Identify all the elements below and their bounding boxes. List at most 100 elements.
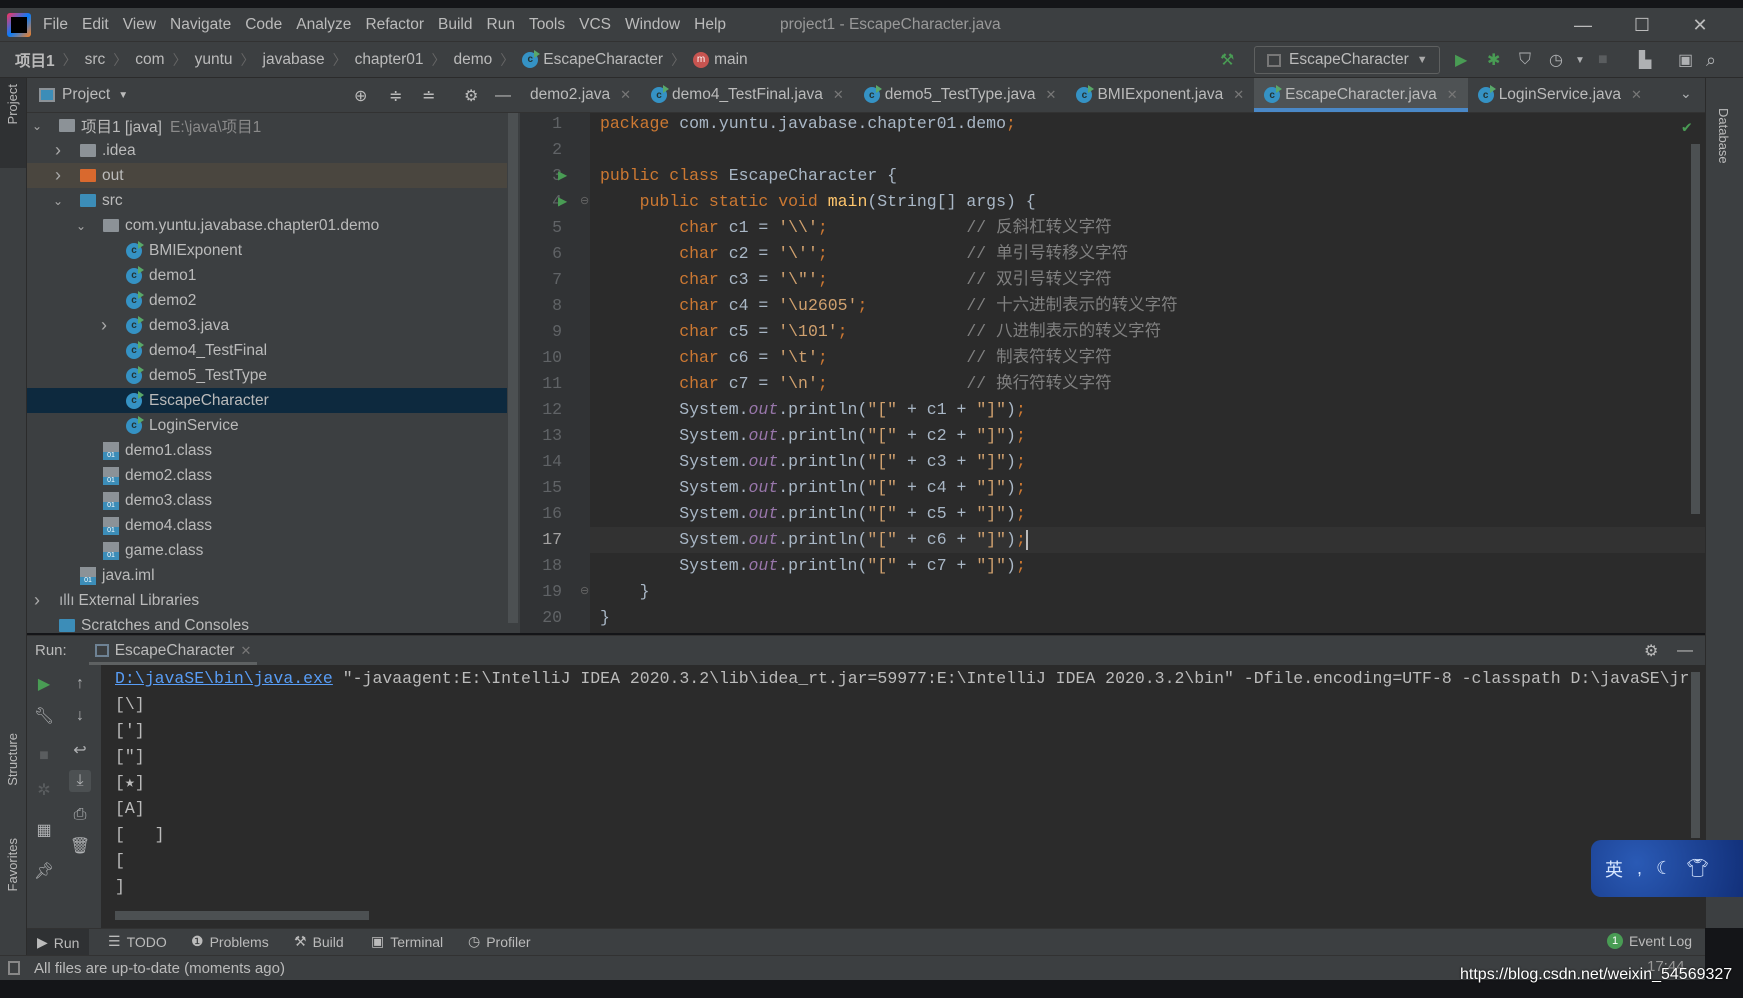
- fold-marker-icon[interactable]: ⊖: [580, 194, 589, 207]
- gear-icon[interactable]: ⚙: [1644, 641, 1658, 661]
- code-line[interactable]: System.out.println("[" + c1 + "]");: [590, 397, 1705, 423]
- gear-icon[interactable]: ⚙: [464, 86, 478, 106]
- breadcrumb-item[interactable]: c EscapeCharacter: [522, 49, 663, 69]
- event-log-button[interactable]: 1 Event Log: [1607, 933, 1692, 949]
- code-line[interactable]: char c5 = '\101'; // 八进制表示的转义字符: [590, 319, 1705, 345]
- code-line[interactable]: char c1 = '\\'; // 反斜杠转义字符: [590, 215, 1705, 241]
- project-tool-button[interactable]: Project: [0, 78, 26, 168]
- menu-navigate[interactable]: Navigate: [170, 16, 241, 34]
- breadcrumb-item[interactable]: demo: [454, 51, 493, 69]
- tool-tab-build[interactable]: ⚒ Build: [294, 933, 344, 950]
- database-side-label[interactable]: Database: [1716, 108, 1731, 164]
- code-line[interactable]: }: [590, 579, 1705, 605]
- scroll-to-end-icon[interactable]: ⤓: [69, 770, 91, 792]
- console-vertical-scrollbar[interactable]: [1691, 672, 1700, 838]
- menu-tools[interactable]: Tools: [529, 16, 575, 34]
- code-line[interactable]: }: [590, 605, 1705, 631]
- tool-tab-run[interactable]: ▶ Run: [27, 929, 90, 956]
- layout-icon[interactable]: ▦: [33, 819, 55, 841]
- tree-item[interactable]: c LoginService: [27, 413, 507, 438]
- chevron-down-icon[interactable]: ⌄: [31, 119, 43, 133]
- menu-code[interactable]: Code: [245, 16, 292, 34]
- chevron-down-icon[interactable]: ⌄: [52, 194, 64, 208]
- breadcrumb-item[interactable]: 项目1: [15, 49, 55, 71]
- code-line[interactable]: [590, 137, 1705, 163]
- code-line[interactable]: System.out.println("[" + c3 + "]");: [590, 449, 1705, 475]
- tree-item[interactable]: › .idea: [27, 138, 507, 163]
- chevron-right-icon[interactable]: ›: [52, 140, 64, 161]
- close-button[interactable]: ✕: [1680, 8, 1720, 42]
- code-line[interactable]: System.out.println("[" + c5 + "]");: [590, 501, 1705, 527]
- trash-icon[interactable]: 🗑︎: [69, 835, 91, 857]
- run-tab[interactable]: EscapeCharacter ✕: [88, 636, 258, 666]
- run-gutter-icon[interactable]: ▶: [558, 168, 567, 182]
- code-line[interactable]: System.out.println("[" + c7 + "]");: [590, 553, 1705, 579]
- console-horizontal-scrollbar[interactable]: [115, 911, 369, 920]
- breadcrumb-item[interactable]: com: [135, 51, 164, 69]
- chevron-down-icon[interactable]: ⌄: [75, 219, 87, 233]
- editor-tab[interactable]: c EscapeCharacter.java ✕: [1254, 78, 1468, 112]
- hide-panel-icon[interactable]: —: [495, 86, 511, 106]
- tool-tab-terminal[interactable]: ▣ Terminal: [371, 933, 443, 950]
- menu-vcs[interactable]: VCS: [579, 16, 621, 34]
- coverage-shield-icon[interactable]: ⛉: [1519, 50, 1531, 70]
- tree-item[interactable]: ⌄ src: [27, 188, 507, 213]
- tree-item[interactable]: › ıllı External Libraries: [27, 588, 507, 613]
- debug-bug-icon[interactable]: ✱: [1487, 50, 1500, 70]
- menu-build[interactable]: Build: [438, 16, 482, 34]
- editor-tab[interactable]: c demo4_TestFinal.java ✕: [641, 78, 854, 112]
- tree-item[interactable]: Scratches and Consoles: [27, 613, 507, 633]
- maximize-button[interactable]: ☐: [1622, 8, 1662, 42]
- code-line[interactable]: char c3 = '\"'; // 双引号转义字符: [590, 267, 1705, 293]
- tree-item[interactable]: game.class: [27, 538, 507, 563]
- tree-scrollbar[interactable]: [508, 113, 518, 623]
- project-structure-icon[interactable]: ▙: [1639, 50, 1651, 70]
- menu-help[interactable]: Help: [694, 16, 736, 34]
- breadcrumb-item[interactable]: yuntu: [195, 51, 233, 69]
- code-editor[interactable]: ✔ package com.yuntu.javabase.chapter01.d…: [590, 113, 1705, 633]
- close-icon[interactable]: ✕: [1447, 87, 1458, 103]
- search-icon[interactable]: ⌕: [1706, 50, 1716, 70]
- tool-tab-todo[interactable]: ☰ TODO: [108, 933, 167, 950]
- editor-tab[interactable]: demo2.java ✕: [520, 78, 641, 112]
- tree-item[interactable]: c demo4_TestFinal: [27, 338, 507, 363]
- chevron-down-icon[interactable]: ▼: [118, 90, 128, 101]
- code-line[interactable]: char c4 = '\u2605'; // 十六进制表示的转义字符: [590, 293, 1705, 319]
- ime-mode-label[interactable]: 英: [1605, 856, 1623, 882]
- tool-tab-profiler[interactable]: ◷ Profiler: [468, 933, 531, 950]
- code-line[interactable]: System.out.println("[" + c4 + "]");: [590, 475, 1705, 501]
- code-line[interactable]: public static void main(String[] args) {: [590, 189, 1705, 215]
- code-line[interactable]: package com.yuntu.javabase.chapter01.dem…: [590, 113, 1705, 137]
- tree-item[interactable]: demo4.class: [27, 513, 507, 538]
- code-line[interactable]: char c7 = '\n'; // 换行符转义字符: [590, 371, 1705, 397]
- chevron-down-icon[interactable]: ▼: [1575, 50, 1585, 70]
- chevron-right-icon[interactable]: ›: [52, 165, 64, 186]
- profiler-icon[interactable]: ◷: [1549, 50, 1563, 70]
- punctuation-icon[interactable]: ,: [1637, 858, 1642, 879]
- code-line[interactable]: public class EscapeCharacter {: [590, 163, 1705, 189]
- pin-icon[interactable]: 📌︎: [33, 860, 55, 882]
- breadcrumb-item[interactable]: m main: [693, 51, 748, 69]
- soft-wrap-icon[interactable]: ↩: [69, 739, 91, 761]
- java-exe-link[interactable]: D:\javaSE\bin\java.exe: [115, 669, 333, 688]
- tree-item[interactable]: c demo2: [27, 288, 507, 313]
- tree-item[interactable]: › c demo3.java: [27, 313, 507, 338]
- breadcrumb-item[interactable]: chapter01: [355, 51, 424, 69]
- tree-item[interactable]: ⌄ com.yuntu.javabase.chapter01.demo: [27, 213, 507, 238]
- tree-item[interactable]: c demo5_TestType: [27, 363, 507, 388]
- locate-crosshair-icon[interactable]: ⊕: [354, 86, 367, 106]
- terminal-window-icon[interactable]: ▣: [1678, 50, 1693, 70]
- editor-tab[interactable]: c demo5_TestType.java ✕: [854, 78, 1067, 112]
- editor-tab[interactable]: c LoginService.java ✕: [1468, 78, 1652, 112]
- breadcrumb-item[interactable]: javabase: [263, 51, 325, 69]
- menu-file[interactable]: File: [43, 16, 78, 34]
- tree-item[interactable]: demo1.class: [27, 438, 507, 463]
- tree-item[interactable]: java.iml: [27, 563, 507, 588]
- code-line[interactable]: char c6 = '\t'; // 制表符转义字符: [590, 345, 1705, 371]
- rerun-icon[interactable]: ▶: [33, 673, 55, 695]
- tree-item[interactable]: c demo1: [27, 263, 507, 288]
- menu-refactor[interactable]: Refactor: [365, 16, 434, 34]
- minimize-button[interactable]: —: [1563, 8, 1603, 42]
- toggle-tool-windows-icon[interactable]: [8, 961, 20, 975]
- stop-icon[interactable]: ■: [1598, 50, 1608, 70]
